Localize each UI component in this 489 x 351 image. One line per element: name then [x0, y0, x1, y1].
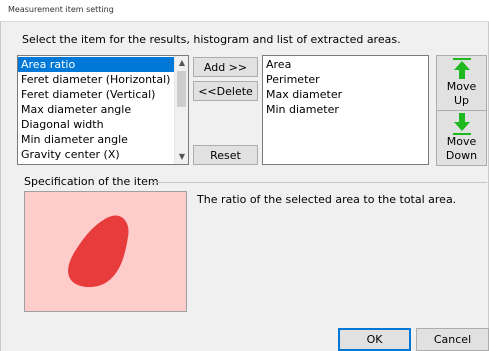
available-list-item[interactable]: Min diameter angle [18, 132, 174, 147]
selected-list-item[interactable]: Max diameter [263, 87, 428, 102]
section-divider [150, 182, 487, 183]
move-down-label-line1: Move [446, 135, 477, 148]
move-down-button[interactable]: Move Down [436, 110, 487, 166]
specification-label: Specification of the item [24, 175, 159, 188]
move-down-label-line2: Down [445, 149, 478, 162]
available-list-item[interactable]: Gravity center (Y) [18, 162, 174, 164]
selected-items-list[interactable]: Area Perimeter Max diameter Min diameter [262, 55, 429, 165]
green-down-arrow-icon [452, 113, 471, 135]
title-bar: Measurement item setting [0, 0, 489, 22]
available-list-item[interactable]: Diagonal width [18, 117, 174, 132]
item-description: The ratio of the selected area to the to… [197, 193, 457, 206]
item-preview-image [24, 191, 187, 312]
add-button[interactable]: Add >> [193, 57, 258, 77]
available-list-item[interactable]: Feret diameter (Horizontal) [18, 72, 174, 87]
available-items-list[interactable]: Area ratio Feret diameter (Horizontal) Fer… [17, 55, 189, 165]
scroll-down-arrow-icon[interactable]: ▼ [175, 150, 188, 164]
move-up-label-line2: Up [453, 94, 470, 107]
reset-button[interactable]: Reset [193, 145, 258, 165]
available-items-container: Area ratio Feret diameter (Horizontal) Fer… [18, 56, 174, 164]
instruction-text: Select the item for the results, histogr… [22, 33, 401, 46]
cancel-button[interactable]: Cancel [416, 328, 489, 351]
selected-list-item[interactable]: Min diameter [263, 102, 428, 117]
available-list-item[interactable]: Gravity center (X) [18, 147, 174, 162]
window-title: Measurement item setting [8, 5, 114, 14]
selected-list-item[interactable]: Perimeter [263, 72, 428, 87]
delete-button[interactable]: <<Delete [193, 81, 258, 101]
ok-button[interactable]: OK [338, 328, 411, 351]
green-up-arrow-icon [452, 58, 471, 79]
scroll-thumb[interactable] [177, 71, 186, 107]
scroll-up-arrow-icon[interactable]: ▲ [175, 56, 188, 70]
area-shape-illustration [68, 215, 129, 288]
move-up-button[interactable]: Move Up [436, 55, 487, 111]
move-up-label-line1: Move [446, 80, 477, 93]
available-list-item[interactable]: Feret diameter (Vertical) [18, 87, 174, 102]
available-list-item[interactable]: Max diameter angle [18, 102, 174, 117]
available-items-scrollbar[interactable]: ▲ ▼ [174, 56, 188, 164]
available-list-item[interactable]: Area ratio [18, 57, 174, 72]
selected-list-item[interactable]: Area [263, 57, 428, 72]
